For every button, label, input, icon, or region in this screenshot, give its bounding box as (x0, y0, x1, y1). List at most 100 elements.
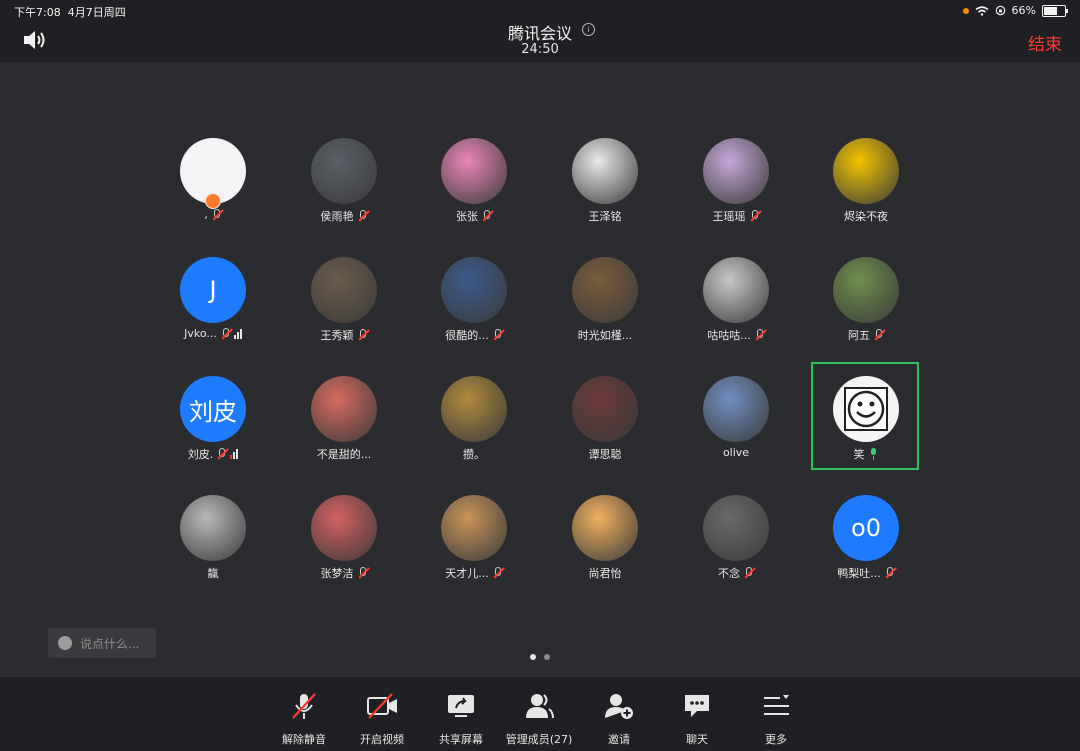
participant-avatar[interactable] (311, 376, 377, 442)
participant-tile[interactable]: 刘皮 刘皮. (153, 376, 273, 476)
mic-muted-icon (743, 567, 754, 579)
participant-tile[interactable]: 咕咕咕... (676, 257, 796, 357)
info-icon[interactable]: i (582, 23, 595, 36)
meeting-title[interactable]: 腾讯会议 (0, 20, 1080, 44)
participant-tile[interactable]: 阿五 (806, 257, 926, 357)
battery-percent: 66% (1011, 4, 1036, 17)
more-button[interactable]: 更多 (737, 691, 815, 747)
participant-tile[interactable]: 攒。 (414, 376, 534, 476)
participant-avatar[interactable] (311, 138, 377, 204)
mic-muted-icon (884, 567, 895, 579)
participant-name: 咕咕咕... (707, 329, 751, 342)
participant-tile[interactable]: 侯雨艳 (284, 138, 404, 238)
battery-fill (1044, 6, 1057, 15)
participant-name: 王瑶瑶 (712, 210, 746, 223)
participant-name-row: , (153, 208, 273, 221)
participant-name: 攒。 (463, 448, 485, 461)
participant-name: 张张 (456, 210, 478, 223)
invite-icon (605, 694, 633, 719)
manage-members-button[interactable]: 管理成员(27) (500, 691, 578, 747)
participant-avatar[interactable] (703, 495, 769, 561)
participant-tile[interactable]: 靝 (153, 495, 273, 595)
participant-avatar[interactable] (833, 138, 899, 204)
participant-avatar[interactable] (311, 495, 377, 561)
participant-avatar[interactable] (703, 138, 769, 204)
participant-name: 王泽铭 (588, 210, 622, 223)
participant-avatar[interactable] (703, 376, 769, 442)
page-dot-2[interactable] (544, 654, 550, 660)
participant-tile[interactable]: 不是甜的... (284, 376, 404, 476)
participant-tile[interactable]: 谭思聪 (545, 376, 665, 476)
participant-name-row: 天才儿... (414, 565, 534, 581)
network-signal-icon (230, 449, 239, 459)
participant-name-row: 王秀颖 (284, 327, 404, 343)
participant-tile[interactable]: 王泽铭 (545, 138, 665, 238)
top-bar: 下午7:08 4月7日周四 66% 腾讯会议 i 24:50 结束 (0, 0, 1080, 62)
participant-tile[interactable]: 尚君怡 (545, 495, 665, 595)
participant-name-row: 阿五 (806, 327, 926, 343)
participant-avatar[interactable] (572, 376, 638, 442)
participant-tile[interactable]: 天才儿... (414, 495, 534, 595)
participant-tile[interactable]: olive (676, 376, 796, 476)
participant-avatar[interactable] (311, 257, 377, 323)
participant-avatar[interactable] (441, 138, 507, 204)
participant-avatar[interactable] (441, 376, 507, 442)
participant-avatar[interactable]: 刘皮 (180, 376, 246, 442)
participant-avatar[interactable] (572, 138, 638, 204)
unmute-label: 解除静音 (282, 733, 326, 746)
share-screen-label: 共享屏幕 (439, 733, 483, 746)
participant-avatar[interactable] (703, 257, 769, 323)
mic-muted-icon (481, 210, 492, 222)
host-badge-icon (205, 193, 221, 209)
chat-icon (685, 695, 709, 717)
avatar-initials: J (209, 276, 217, 304)
chat-placeholder: 说点什么... (80, 636, 140, 651)
mic-muted-icon (492, 329, 503, 341)
participant-name-row: 不是甜的... (284, 446, 404, 462)
page-dot-1[interactable] (530, 654, 536, 660)
participant-name: 时光如槿... (577, 329, 633, 342)
participant-avatar[interactable]: o0 (833, 495, 899, 561)
participant-name: 阿五 (848, 329, 870, 342)
unmute-button[interactable]: 解除静音 (265, 691, 343, 747)
participant-avatar[interactable] (441, 495, 507, 561)
participant-name-row: 尚君怡 (545, 565, 665, 581)
participant-avatar[interactable] (572, 257, 638, 323)
participant-tile[interactable]: 王瑶瑶 (676, 138, 796, 238)
participant-avatar[interactable] (833, 257, 899, 323)
participant-name-row: 时光如槿... (545, 327, 665, 343)
participant-tile[interactable]: 烬染不夜 (806, 138, 926, 238)
participant-tile[interactable]: 王秀颖 (284, 257, 404, 357)
start-video-label: 开启视频 (360, 733, 404, 746)
page-indicator[interactable] (0, 654, 1080, 660)
participant-name: 天才儿... (445, 567, 489, 580)
participant-name: 谭思聪 (588, 448, 622, 461)
chat-button[interactable]: 聊天 (658, 691, 736, 747)
participant-tile[interactable]: 时光如槿... (545, 257, 665, 357)
participant-tile[interactable]: J Jvko... (153, 257, 273, 357)
participant-tile[interactable]: 不念 (676, 495, 796, 595)
wifi-icon (975, 5, 989, 16)
participant-name-row: 靝 (153, 565, 273, 581)
mic-muted-icon (749, 210, 760, 222)
participant-tile[interactable]: 很酷的... (414, 257, 534, 357)
emoji-icon[interactable] (58, 636, 72, 650)
participant-tile[interactable]: 张梦洁 (284, 495, 404, 595)
mic-muted-icon (220, 327, 231, 340)
participant-name: 鸭梨吐... (837, 567, 881, 580)
start-video-button[interactable]: 开启视频 (343, 691, 421, 747)
members-icon (526, 694, 554, 719)
meeting-timer: 24:50 (521, 42, 559, 57)
participant-avatar[interactable] (572, 495, 638, 561)
invite-label: 邀请 (608, 733, 630, 746)
participant-name: Jvko... (184, 327, 217, 340)
share-screen-button[interactable]: 共享屏幕 (422, 691, 500, 747)
invite-button[interactable]: 邀请 (580, 691, 658, 747)
participant-tile[interactable]: 张张 (414, 138, 534, 238)
participant-tile[interactable]: , (153, 138, 273, 238)
participant-avatar[interactable]: J (180, 257, 246, 323)
participant-avatar[interactable] (441, 257, 507, 323)
participant-tile[interactable]: o0 鸭梨吐... (806, 495, 926, 595)
participant-avatar[interactable] (180, 495, 246, 561)
end-meeting-button[interactable]: 结束 (1028, 30, 1062, 55)
